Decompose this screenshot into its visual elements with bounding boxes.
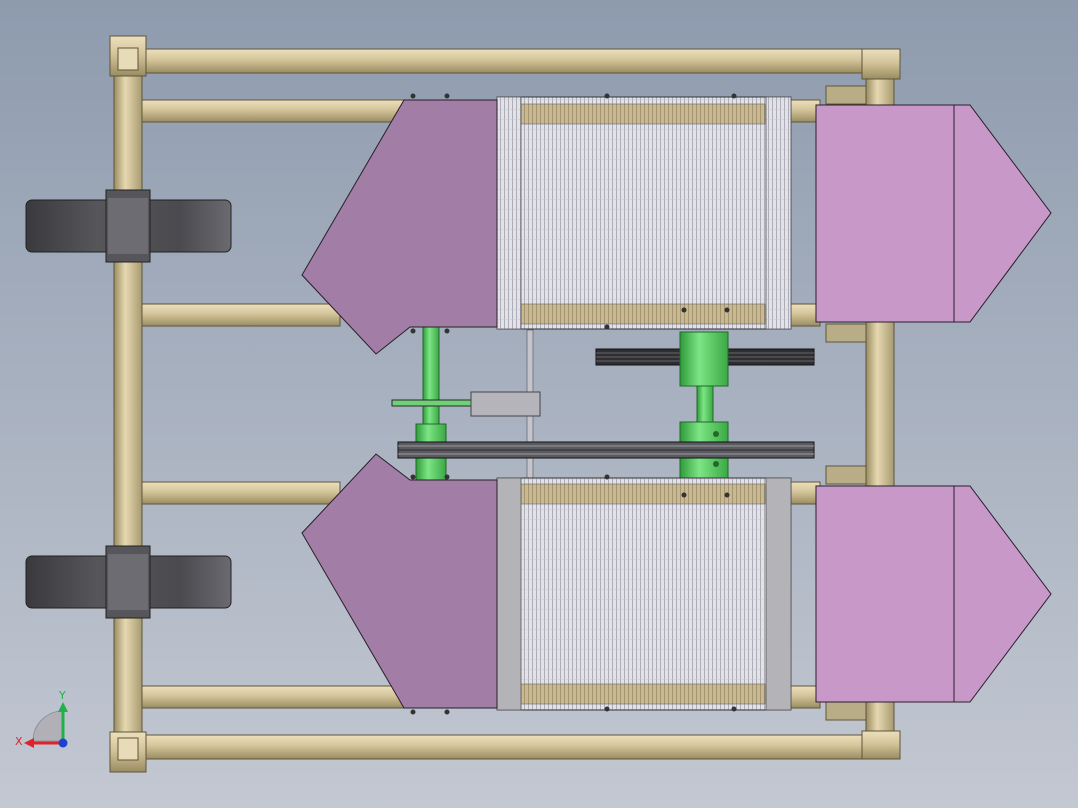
cad-viewport[interactable]: Y X [0, 0, 1078, 808]
frame-rail-upper-mid [139, 303, 341, 327]
drum-upper-band-top [520, 103, 766, 125]
drum-lower-band-bottom [520, 683, 766, 705]
frame-rail-top-inner [139, 99, 411, 123]
frame-rail-lower-mid [139, 481, 341, 505]
frame-axle-left [113, 39, 143, 771]
lever-arm [391, 399, 477, 407]
drum-lower-body [496, 477, 792, 711]
wheel-lower [25, 545, 232, 619]
drum-upper-band-bottom [520, 303, 766, 325]
tensioner-block [470, 391, 541, 417]
drum-upper [496, 93, 792, 330]
assembly-top-view[interactable]: Y X [0, 0, 1078, 808]
wheel-upper [25, 189, 232, 263]
drum-lower [496, 474, 792, 712]
frame-post-right-cap-top [861, 48, 901, 80]
drum-upper-body [496, 96, 792, 330]
frame-rail-bottom-outer [127, 734, 875, 760]
triad-x-label: X [15, 735, 23, 748]
frame-post-right-cap-bottom [861, 730, 901, 760]
drum-lower-endplate-left [496, 477, 522, 711]
shaft-right-hub-top [679, 331, 729, 387]
frame-rail-top-outer [127, 48, 875, 74]
shaft-right [696, 385, 714, 423]
frame-rail-bottom-inner [139, 685, 411, 709]
triad-z-axis [58, 738, 68, 748]
triad-y-label: Y [58, 689, 66, 702]
drum-lower-endplate-right [765, 477, 792, 711]
